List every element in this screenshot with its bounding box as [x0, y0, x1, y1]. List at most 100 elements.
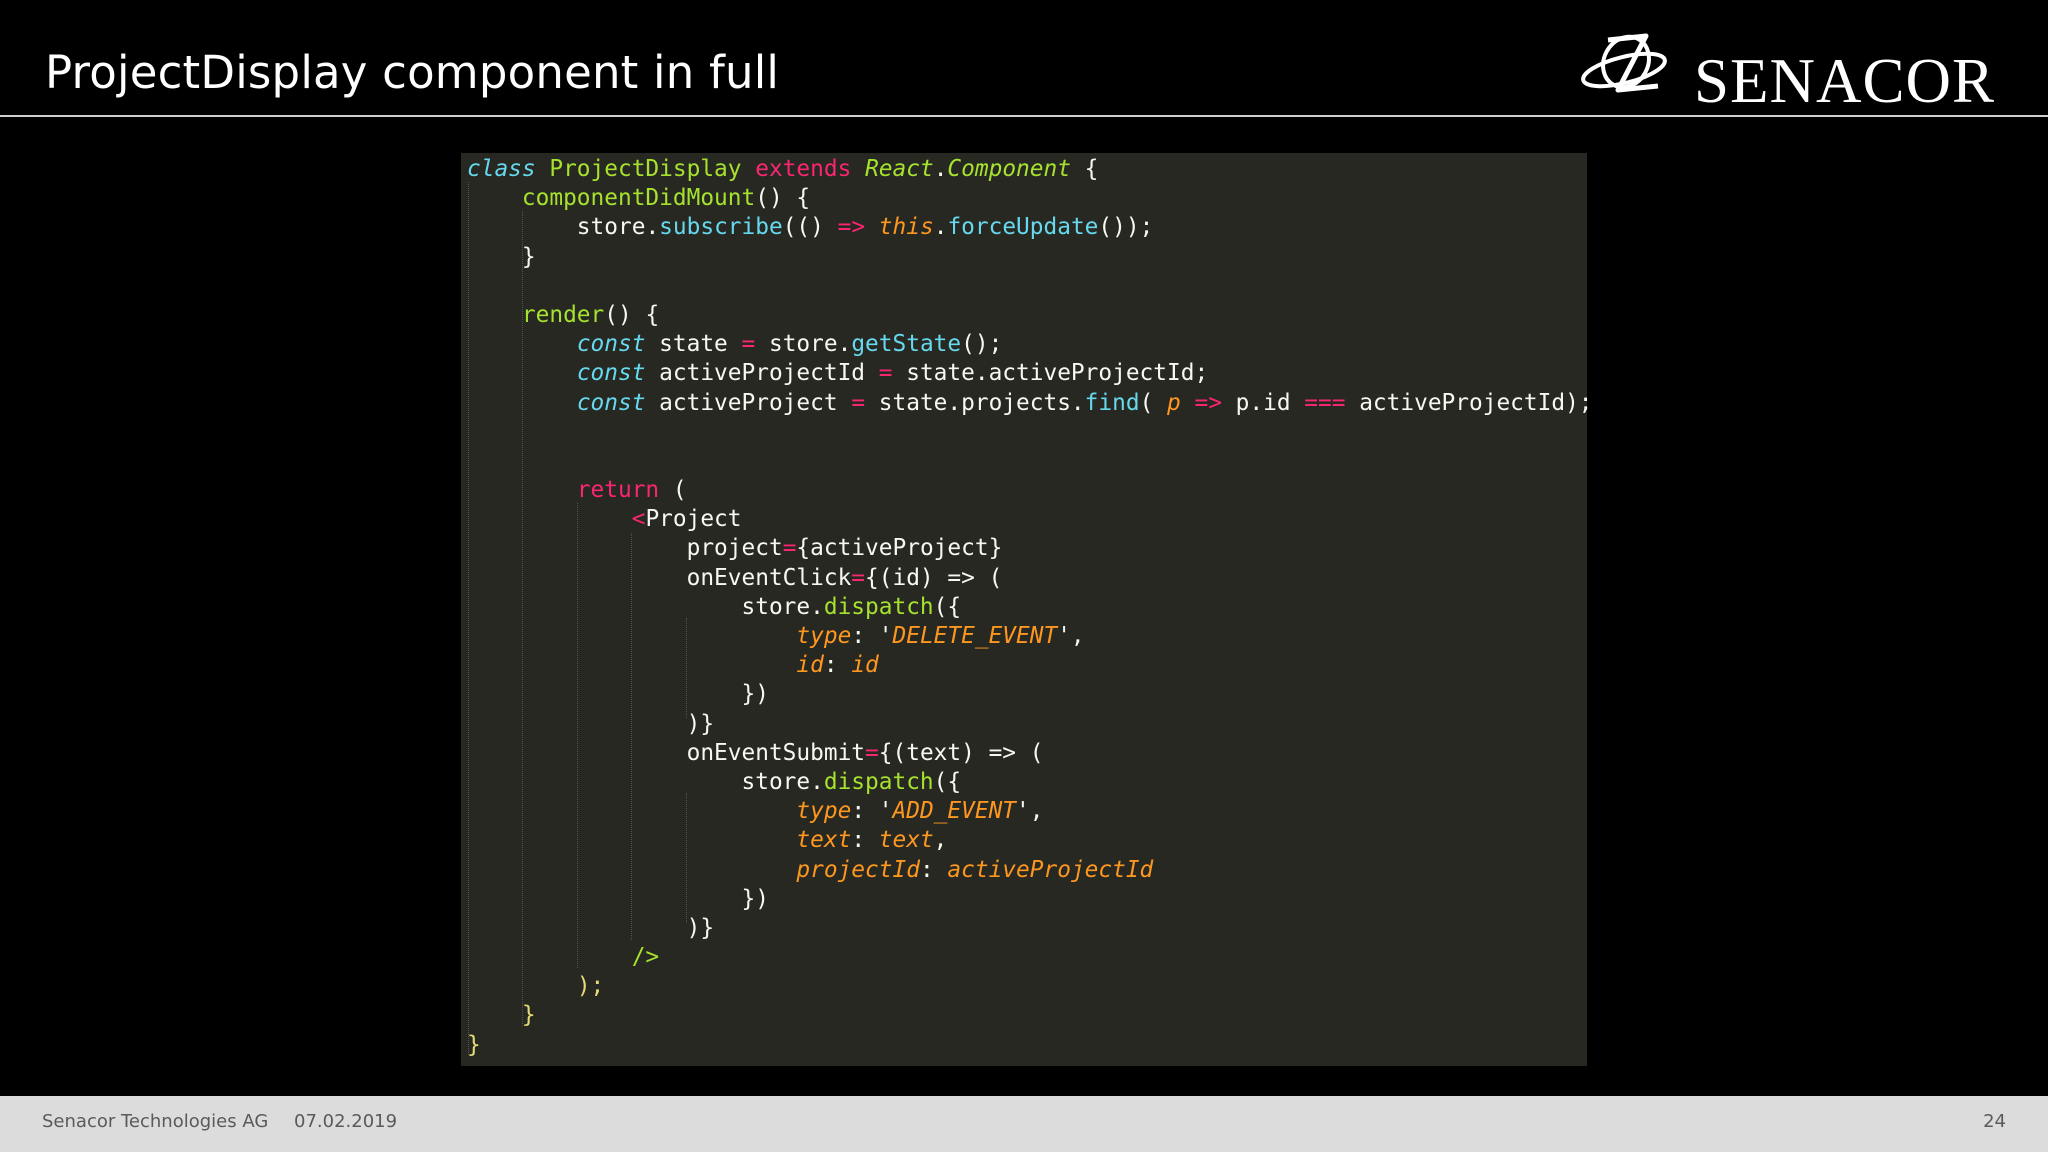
code-token: state.projects.	[865, 389, 1085, 416]
code-token: ({	[933, 593, 962, 620]
code-token: activeProjectId);	[1345, 389, 1593, 416]
code-token: p	[1167, 389, 1181, 416]
code-token: id	[796, 652, 824, 679]
code-token: state	[645, 331, 742, 358]
code-line: })	[467, 885, 1593, 914]
code-token: activeProjectId	[645, 360, 879, 387]
code-token: {activeProject}	[796, 535, 1003, 562]
code-token: ADD_EVENT	[892, 798, 1017, 825]
code-line: const state = store.getState();	[467, 330, 1593, 359]
code-line: onEventSubmit={(text) => (	[467, 739, 1593, 768]
code-line: store.dispatch({	[467, 593, 1593, 622]
code-line: onEventClick={(id) => (	[467, 564, 1593, 593]
code-token: (	[974, 564, 1003, 591]
slide-title: ProjectDisplay component in full	[45, 46, 780, 99]
code-token: =>	[837, 214, 866, 241]
code-token: store.	[467, 593, 824, 620]
code-panel: class ProjectDisplay extends React.Compo…	[461, 153, 1593, 1066]
code-token: =>	[988, 739, 1017, 766]
code-line: }	[467, 1001, 1593, 1030]
code-token: text	[796, 827, 852, 854]
code-token: onEventClick	[467, 564, 852, 591]
code-token: forceUpdate	[947, 214, 1099, 241]
code-token: =>	[947, 564, 975, 591]
code-token: />	[631, 944, 660, 971]
footer-date: 07.02.2019	[294, 1111, 398, 1132]
code-token: ',	[1016, 798, 1044, 825]
code-token: ,	[933, 827, 948, 854]
code-token: })	[467, 681, 769, 708]
code-line: )}	[467, 710, 1593, 739]
code-token: =	[865, 739, 879, 766]
code-token: =	[741, 331, 756, 358]
code-token: : '	[851, 798, 893, 825]
code-line: return (	[467, 476, 1593, 505]
code-token: :	[823, 652, 852, 679]
code-token: :	[919, 856, 948, 883]
code-line: id: id	[467, 651, 1593, 680]
code-line: store.dispatch({	[467, 768, 1593, 797]
header-divider	[0, 115, 2048, 117]
code-token: dispatch	[823, 768, 934, 795]
code-line: type: 'DELETE_EVENT',	[467, 622, 1593, 651]
code-token: .	[933, 156, 948, 182]
code-line: type: 'ADD_EVENT',	[467, 797, 1593, 826]
code-token: dispatch	[823, 593, 934, 620]
code-token: project	[467, 535, 783, 562]
code-line: const activeProjectId = state.activeProj…	[467, 359, 1593, 388]
footer-bar: Senacor Technologies AG 07.02.2019 24	[0, 1096, 2048, 1152]
code-token: extends	[755, 156, 852, 182]
footer-page-number: 24	[1983, 1111, 2006, 1132]
footer-company: Senacor Technologies AG	[42, 1111, 269, 1132]
code-token: subscribe	[659, 214, 783, 241]
code-line: const activeProject = state.projects.fin…	[467, 389, 1593, 418]
code-token: ProjectDisplay	[549, 156, 742, 182]
code-token: ({	[933, 768, 962, 795]
code-token: () {	[604, 301, 660, 328]
logo-emblem-icon	[1581, 33, 1667, 93]
code-token: }	[521, 1002, 536, 1029]
code-token: (()	[782, 214, 838, 241]
code-token: Project	[645, 506, 742, 533]
code-line: }	[467, 243, 1593, 272]
code-token: text	[878, 827, 934, 854]
code-token: =	[878, 360, 893, 387]
code-token: : '	[851, 623, 893, 649]
code-token: const	[576, 331, 646, 358]
code-token: =	[851, 564, 866, 591]
code-token: {	[1070, 156, 1099, 182]
code-line: text: text,	[467, 826, 1593, 855]
code-token: (	[1139, 389, 1168, 416]
code-token: const	[576, 389, 646, 416]
code-token: .	[645, 214, 660, 241]
code-token: store	[467, 214, 646, 241]
code-token: componentDidMount	[521, 185, 756, 212]
code-line: store.subscribe(() => this.forceUpdate()…	[467, 213, 1593, 242]
code-token: p.id	[1221, 389, 1305, 416]
code-token: React	[865, 156, 934, 182]
code-token: onEventSubmit	[467, 739, 866, 766]
code-token: projectId	[796, 856, 920, 883]
code-line: project={activeProject}	[467, 534, 1593, 563]
code-token: () {	[755, 185, 811, 212]
code-block: class ProjectDisplay extends React.Compo…	[467, 155, 1593, 1060]
